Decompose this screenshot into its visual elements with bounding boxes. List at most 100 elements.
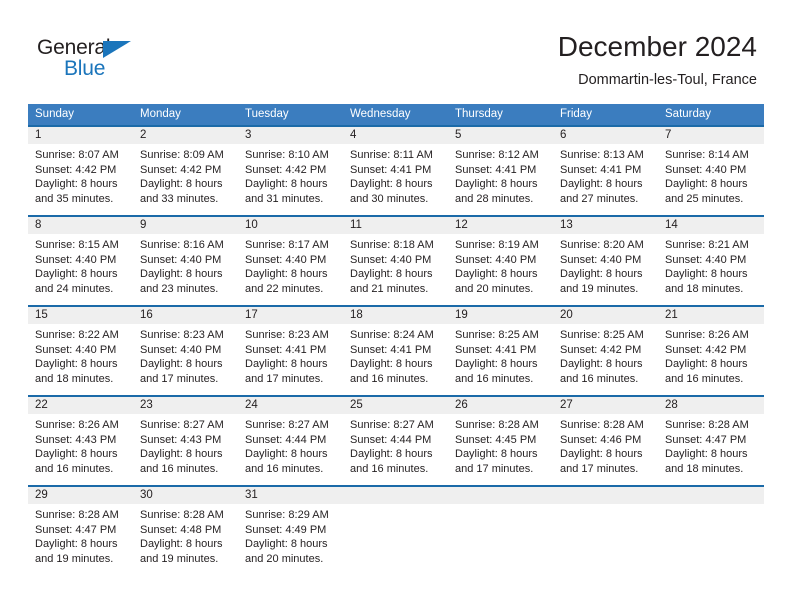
- page-title: December 2024: [557, 31, 757, 62]
- sunset-text: Sunset: 4:42 PM: [35, 163, 117, 176]
- day-cell[interactable]: 2 Sunrise: 8:09 AM Sunset: 4:42 PM Daylight…: [133, 125, 238, 216]
- calendar-page: General Blue December 2024 Dommartin-les…: [0, 0, 792, 612]
- sunrise-text: Sunrise: 8:11 AM: [350, 149, 433, 161]
- sunset-text: Sunset: 4:41 PM: [350, 163, 432, 176]
- day-details: Sunrise: 8:26 AM Sunset: 4:42 PM Daylight:…: [658, 324, 764, 386]
- day-cell[interactable]: 4 Sunrise: 8:11 AM Sunset: 4:41 PM Daylight…: [343, 125, 448, 216]
- day-cell[interactable]: 8 Sunrise: 8:15 AM Sunset: 4:40 PM Daylight…: [28, 215, 133, 306]
- day-cell[interactable]: 5 Sunrise: 8:12 AM Sunset: 4:41 PM Daylight…: [448, 125, 553, 216]
- day-details: Sunrise: 8:29 AM Sunset: 4:49 PM Daylight:…: [238, 504, 343, 566]
- daylight-text-line2: and 16 minutes.: [350, 462, 429, 475]
- day-number: 4: [343, 127, 448, 144]
- day-cell[interactable]: 24 Sunrise: 8:27 AM Sunset: 4:44 PM Dayligh…: [238, 395, 343, 486]
- sunrise-text: Sunrise: 8:24 AM: [350, 329, 434, 341]
- day-cell[interactable]: 20 Sunrise: 8:25 AM Sunset: 4:42 PM Dayligh…: [553, 305, 658, 396]
- day-cell[interactable]: 15 Sunrise: 8:22 AM Sunset: 4:40 PM Dayligh…: [28, 305, 133, 396]
- day-cell[interactable]: 11 Sunrise: 8:18 AM Sunset: 4:40 PM Dayligh…: [343, 215, 448, 306]
- day-cell[interactable]: 16 Sunrise: 8:23 AM Sunset: 4:40 PM Dayligh…: [133, 305, 238, 396]
- day-number: 22: [28, 397, 133, 414]
- daylight-text-line2: and 31 minutes.: [245, 192, 324, 205]
- day-cell[interactable]: 25 Sunrise: 8:27 AM Sunset: 4:44 PM Dayligh…: [343, 395, 448, 486]
- daylight-text-line2: and 17 minutes.: [455, 462, 534, 475]
- day-cell[interactable]: 10 Sunrise: 8:17 AM Sunset: 4:40 PM Dayligh…: [238, 215, 343, 306]
- sunrise-text: Sunrise: 8:28 AM: [665, 419, 749, 431]
- sunrise-text: Sunrise: 8:22 AM: [35, 329, 119, 341]
- sunset-text: Sunset: 4:40 PM: [665, 163, 747, 176]
- day-number: 2: [133, 127, 238, 144]
- daylight-text-line1: Daylight: 8 hours: [560, 358, 643, 371]
- day-cell[interactable]: 17 Sunrise: 8:23 AM Sunset: 4:41 PM Dayligh…: [238, 305, 343, 396]
- day-details: Sunrise: 8:12 AM Sunset: 4:41 PM Daylight:…: [448, 144, 553, 206]
- sunrise-text: Sunrise: 8:12 AM: [455, 149, 539, 161]
- day-details: Sunrise: 8:25 AM Sunset: 4:42 PM Daylight:…: [553, 324, 658, 386]
- day-cell[interactable]: 26 Sunrise: 8:28 AM Sunset: 4:45 PM Dayligh…: [448, 395, 553, 486]
- sunset-text: Sunset: 4:41 PM: [245, 343, 327, 356]
- daylight-text-line2: and 19 minutes.: [140, 552, 219, 565]
- sunrise-text: Sunrise: 8:27 AM: [245, 419, 329, 431]
- day-details: [658, 504, 764, 508]
- week-row: 15 Sunrise: 8:22 AM Sunset: 4:40 PM Dayligh…: [28, 305, 764, 396]
- brand-logo[interactable]: General Blue: [37, 36, 157, 84]
- day-details: Sunrise: 8:16 AM Sunset: 4:40 PM Daylight:…: [133, 234, 238, 296]
- sunrise-text: Sunrise: 8:20 AM: [560, 239, 644, 251]
- day-details: Sunrise: 8:27 AM Sunset: 4:43 PM Daylight:…: [133, 414, 238, 476]
- day-cell[interactable]: 21 Sunrise: 8:26 AM Sunset: 4:42 PM Dayligh…: [658, 305, 764, 396]
- day-cell[interactable]: 29 Sunrise: 8:28 AM Sunset: 4:47 PM Dayligh…: [28, 485, 133, 576]
- sunrise-text: Sunrise: 8:23 AM: [245, 329, 329, 341]
- day-cell[interactable]: 12 Sunrise: 8:19 AM Sunset: 4:40 PM Dayligh…: [448, 215, 553, 306]
- day-details: Sunrise: 8:25 AM Sunset: 4:41 PM Daylight:…: [448, 324, 553, 386]
- daylight-text-line2: and 16 minutes.: [350, 372, 429, 385]
- daylight-text-line1: Daylight: 8 hours: [245, 358, 328, 371]
- daylight-text-line2: and 16 minutes.: [560, 372, 639, 385]
- day-number: 8: [28, 217, 133, 234]
- sunrise-text: Sunrise: 8:25 AM: [560, 329, 644, 341]
- day-details: Sunrise: 8:13 AM Sunset: 4:41 PM Daylight:…: [553, 144, 658, 206]
- day-number: 29: [28, 487, 133, 504]
- title-block: December 2024 Dommartin-les-Toul, France: [558, 30, 757, 90]
- sunset-text: Sunset: 4:41 PM: [455, 343, 537, 356]
- sunset-text: Sunset: 4:40 PM: [665, 253, 747, 266]
- sunrise-text: Sunrise: 8:23 AM: [140, 329, 224, 341]
- daylight-text-line1: Daylight: 8 hours: [35, 268, 118, 281]
- day-cell[interactable]: 18 Sunrise: 8:24 AM Sunset: 4:41 PM Dayligh…: [343, 305, 448, 396]
- day-cell[interactable]: 6 Sunrise: 8:13 AM Sunset: 4:41 PM Daylight…: [553, 125, 658, 216]
- daylight-text-line1: Daylight: 8 hours: [560, 448, 643, 461]
- weekday-header-row: Sunday Monday Tuesday Wednesday Thursday…: [28, 104, 764, 126]
- day-cell[interactable]: 3 Sunrise: 8:10 AM Sunset: 4:42 PM Daylight…: [238, 125, 343, 216]
- day-details: Sunrise: 8:15 AM Sunset: 4:40 PM Daylight:…: [28, 234, 133, 296]
- day-cell[interactable]: 1 Sunrise: 8:07 AM Sunset: 4:42 PM Daylight…: [28, 125, 133, 216]
- sunset-text: Sunset: 4:40 PM: [140, 343, 222, 356]
- day-cell[interactable]: 7 Sunrise: 8:14 AM Sunset: 4:40 PM Daylight…: [658, 125, 764, 216]
- sunrise-text: Sunrise: 8:26 AM: [665, 329, 749, 341]
- sunset-text: Sunset: 4:42 PM: [665, 343, 747, 356]
- day-number: 18: [343, 307, 448, 324]
- day-cell[interactable]: 31 Sunrise: 8:29 AM Sunset: 4:49 PM Dayligh…: [238, 485, 343, 576]
- day-number: 11: [343, 217, 448, 234]
- day-cell[interactable]: 14 Sunrise: 8:21 AM Sunset: 4:40 PM Dayligh…: [658, 215, 764, 306]
- daylight-text-line1: Daylight: 8 hours: [350, 178, 433, 191]
- calendar-table: Sunday Monday Tuesday Wednesday Thursday…: [28, 104, 764, 576]
- day-cell[interactable]: 13 Sunrise: 8:20 AM Sunset: 4:40 PM Dayligh…: [553, 215, 658, 306]
- day-cell[interactable]: 23 Sunrise: 8:27 AM Sunset: 4:43 PM Dayligh…: [133, 395, 238, 486]
- daylight-text-line2: and 18 minutes.: [665, 282, 744, 295]
- day-cell[interactable]: 30 Sunrise: 8:28 AM Sunset: 4:48 PM Dayligh…: [133, 485, 238, 576]
- sunrise-text: Sunrise: 8:15 AM: [35, 239, 119, 251]
- daylight-text-line1: Daylight: 8 hours: [140, 448, 223, 461]
- week-row: 1 Sunrise: 8:07 AM Sunset: 4:42 PM Daylight…: [28, 125, 764, 216]
- day-number: 20: [553, 307, 658, 324]
- day-cell[interactable]: 27 Sunrise: 8:28 AM Sunset: 4:46 PM Dayligh…: [553, 395, 658, 486]
- day-cell[interactable]: 9 Sunrise: 8:16 AM Sunset: 4:40 PM Daylight…: [133, 215, 238, 306]
- day-cell[interactable]: 19 Sunrise: 8:25 AM Sunset: 4:41 PM Dayligh…: [448, 305, 553, 396]
- page-subtitle: Dommartin-les-Toul, France: [578, 72, 757, 88]
- daylight-text-line1: Daylight: 8 hours: [350, 358, 433, 371]
- day-cell[interactable]: 22 Sunrise: 8:26 AM Sunset: 4:43 PM Dayligh…: [28, 395, 133, 486]
- day-details: [343, 504, 448, 508]
- sunset-text: Sunset: 4:40 PM: [35, 253, 117, 266]
- day-details: Sunrise: 8:27 AM Sunset: 4:44 PM Daylight:…: [343, 414, 448, 476]
- day-number: 14: [658, 217, 764, 234]
- day-cell-empty: [553, 485, 658, 576]
- day-number: 24: [238, 397, 343, 414]
- day-number: 31: [238, 487, 343, 504]
- sunset-text: Sunset: 4:44 PM: [245, 433, 327, 446]
- day-cell[interactable]: 28 Sunrise: 8:28 AM Sunset: 4:47 PM Dayligh…: [658, 395, 764, 486]
